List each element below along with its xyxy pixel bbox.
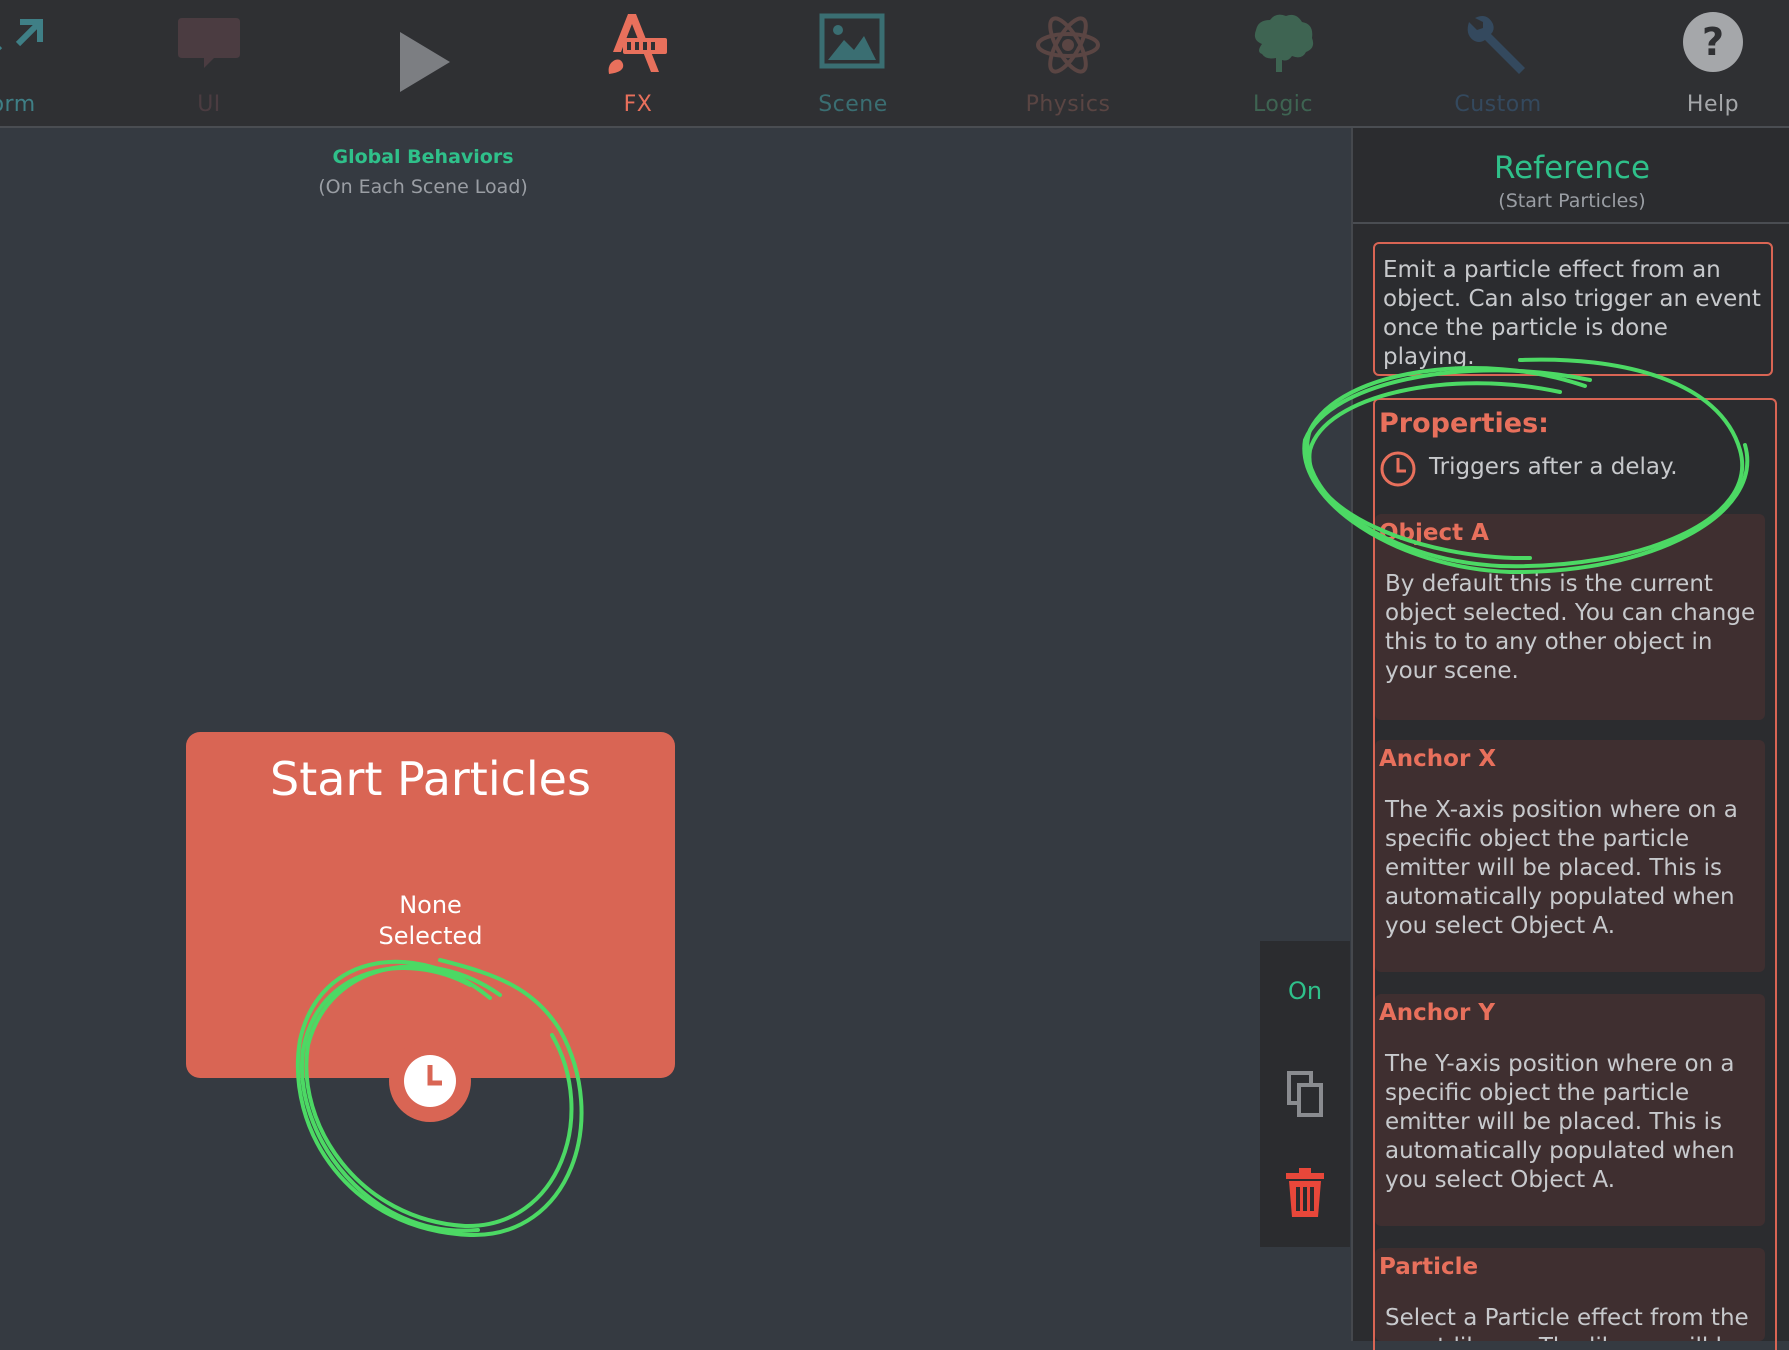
behavior-description-text: Emit a particle effect from an object. C… xyxy=(1383,257,1761,370)
tool-scene-label: Scene xyxy=(818,92,888,117)
global-behaviors-title: Global Behaviors xyxy=(332,146,514,168)
object-selector-line2: Selected xyxy=(378,922,483,950)
clock-icon xyxy=(1380,451,1416,487)
property-anchor-x: Anchor X The X-axis position where on a … xyxy=(1375,740,1765,972)
tool-logic[interactable]: Logic xyxy=(1208,0,1358,126)
tool-transform[interactable]: form xyxy=(0,0,84,126)
property-description: By default this is the current object se… xyxy=(1385,571,1756,684)
object-selector[interactable]: None Selected xyxy=(186,890,675,952)
play-button[interactable] xyxy=(348,0,498,126)
image-icon xyxy=(819,13,885,69)
tool-ui[interactable]: UI xyxy=(134,0,284,126)
category-toolbar: form UI FX Scene xyxy=(0,0,1789,128)
help-icon: ? xyxy=(1683,12,1743,72)
tool-physics[interactable]: Physics xyxy=(993,0,1143,126)
property-name: Anchor Y xyxy=(1379,1000,1495,1026)
property-anchor-y: Anchor Y The Y-axis position where on a … xyxy=(1375,994,1765,1226)
object-selector-line1: None xyxy=(399,891,462,919)
play-icon xyxy=(400,32,450,92)
tool-fx-label: FX xyxy=(623,92,653,117)
tool-logic-label: Logic xyxy=(1252,92,1313,117)
behavior-side-controls: On xyxy=(1260,941,1350,1247)
tool-help-label: Help xyxy=(1686,92,1740,117)
clock-icon xyxy=(404,1055,456,1107)
copy-icon[interactable] xyxy=(1285,1071,1325,1119)
reference-title: Reference xyxy=(1493,150,1651,186)
trash-icon[interactable] xyxy=(1284,1167,1326,1219)
tool-help[interactable]: ? Help xyxy=(1638,0,1788,126)
brain-icon xyxy=(1254,14,1314,73)
property-description: The X-axis position where on a specific … xyxy=(1385,797,1738,939)
speech-bubble-icon xyxy=(178,18,240,68)
reference-header: Reference (Start Particles) xyxy=(1353,128,1789,224)
property-particle: Particle Select a Particle effect from t… xyxy=(1375,1248,1765,1341)
properties-heading: Properties: xyxy=(1379,408,1549,439)
property-description: The Y-axis position where on a specific … xyxy=(1385,1051,1735,1193)
tool-physics-label: Physics xyxy=(1025,92,1111,117)
atom-icon xyxy=(1036,16,1100,74)
svg-text:?: ? xyxy=(1702,20,1724,64)
start-particles-card[interactable]: Start Particles None Selected xyxy=(186,732,675,1078)
behavior-card-title: Start Particles xyxy=(270,752,591,806)
tool-fx[interactable]: FX xyxy=(563,0,713,126)
wrench-icon xyxy=(1467,16,1525,74)
delay-timer-button[interactable] xyxy=(389,1040,471,1122)
delay-property-row: Triggers after a delay. xyxy=(1379,450,1759,490)
delay-property-text: Triggers after a delay. xyxy=(1429,454,1678,480)
tool-custom[interactable]: Custom xyxy=(1423,0,1573,126)
property-name: Particle xyxy=(1379,1254,1479,1280)
fx-brush-icon xyxy=(608,14,667,74)
property-name: Object A xyxy=(1379,520,1489,546)
global-behaviors-subtitle: (On Each Scene Load) xyxy=(318,176,528,198)
on-toggle[interactable]: On xyxy=(1260,977,1350,1005)
property-name: Anchor X xyxy=(1379,746,1497,772)
tool-custom-label: Custom xyxy=(1454,92,1542,117)
expand-arrows-icon xyxy=(0,19,43,51)
tool-scene[interactable]: Scene xyxy=(778,0,928,126)
property-description: Select a Particle effect from the asset … xyxy=(1385,1305,1749,1341)
reference-subtitle: (Start Particles) xyxy=(1498,190,1646,212)
property-object-a: Object A By default this is the current … xyxy=(1375,514,1765,720)
reference-panel[interactable]: Reference (Start Particles) Emit a parti… xyxy=(1351,128,1789,1350)
behavior-description: Emit a particle effect from an object. C… xyxy=(1373,242,1773,376)
tool-transform-label: form xyxy=(0,92,36,117)
tool-ui-label: UI xyxy=(197,92,221,117)
